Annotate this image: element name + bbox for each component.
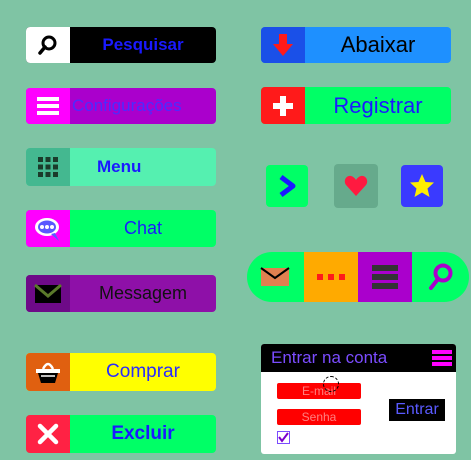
plus-icon <box>261 87 305 124</box>
star-icon <box>410 174 434 197</box>
message-button[interactable]: Messagem <box>26 275 216 312</box>
search-button-label: Pesquisar <box>102 35 184 54</box>
password-field[interactable]: Senha <box>277 409 361 425</box>
x-icon <box>26 415 70 453</box>
search-icon <box>26 27 70 63</box>
search-button[interactable]: Pesquisar <box>26 27 216 63</box>
checkbox-icon <box>278 432 289 443</box>
login-panel: Entrar na conta E-mail Senha Entrar <box>261 344 456 454</box>
chevron-right-icon <box>279 175 296 197</box>
toolbar-group <box>247 252 469 302</box>
buy-button-label: Comprar <box>106 361 180 382</box>
message-button-label: Messagem <box>98 283 188 303</box>
menu-button[interactable]: Menu <box>26 148 216 186</box>
chat-button-label: Chat <box>123 218 163 238</box>
hamburger-icon[interactable] <box>432 348 452 368</box>
register-button-label: Registrar <box>333 92 423 118</box>
delete-button-label: Excluir <box>111 423 175 444</box>
toolbar-search-button[interactable] <box>412 252 469 302</box>
download-button-label: Abaixar <box>340 32 416 57</box>
remember-checkbox[interactable] <box>277 431 290 444</box>
password-field-label: Senha <box>301 410 337 424</box>
favorite-button[interactable] <box>334 164 378 208</box>
next-button[interactable] <box>266 165 308 207</box>
grid-icon <box>26 148 70 186</box>
heart-icon <box>344 175 368 196</box>
envelope-icon <box>26 275 70 312</box>
down-arrow-icon <box>261 27 305 63</box>
settings-button[interactable]: Configurações <box>26 88 216 124</box>
login-submit-label: Entrar <box>395 401 439 418</box>
menu-button-label: Menu <box>97 157 142 176</box>
chat-button[interactable]: Chat <box>26 210 216 247</box>
login-title: Entrar na conta <box>271 348 388 367</box>
download-button[interactable]: Abaixar <box>261 27 451 63</box>
login-submit-button[interactable]: Entrar <box>389 399 445 421</box>
list-icon <box>26 88 70 124</box>
magnifier-icon <box>428 263 453 290</box>
toolbar-more-button[interactable] <box>303 252 358 302</box>
register-button[interactable]: Registrar <box>261 87 451 124</box>
basket-icon <box>26 353 70 391</box>
delete-button[interactable]: Excluir <box>26 415 216 453</box>
cursor-indicator <box>323 376 339 392</box>
email-field[interactable]: E-mail <box>277 383 361 399</box>
ellipsis-icon <box>316 274 345 280</box>
toolbar-mail-button[interactable] <box>247 252 304 302</box>
buy-button[interactable]: Comprar <box>26 353 216 391</box>
settings-button-label: Configurações <box>72 96 182 115</box>
envelope-icon <box>260 267 291 286</box>
hamburger-icon <box>372 265 399 289</box>
toolbar-menu-button[interactable] <box>358 252 413 302</box>
login-header: Entrar na conta <box>261 344 456 372</box>
chat-bubble-icon <box>26 210 70 247</box>
star-button[interactable] <box>401 165 443 207</box>
